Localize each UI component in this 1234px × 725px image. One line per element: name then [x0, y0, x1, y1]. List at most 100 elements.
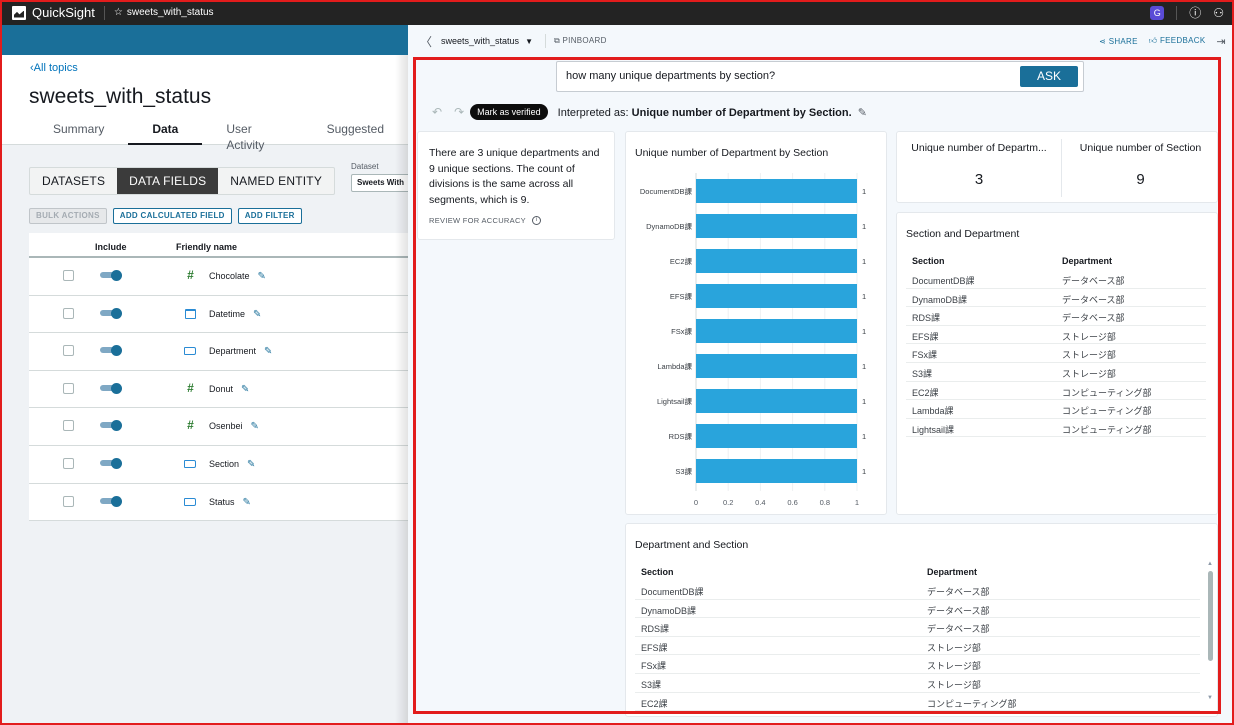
- tab-summary[interactable]: Summary: [29, 121, 128, 145]
- add-filter-button[interactable]: ADD FILTER: [237, 208, 302, 224]
- row-checkbox[interactable]: [63, 307, 74, 319]
- edit-pencil-icon[interactable]: ✎: [858, 107, 867, 119]
- undo-icon[interactable]: ↶: [432, 105, 442, 119]
- segment-data-fields[interactable]: DATA FIELDS: [117, 168, 219, 194]
- ask-button[interactable]: ASK: [1020, 66, 1078, 87]
- data-segment-control: DATASETS DATA FIELDS NAMED ENTITY: [29, 167, 336, 195]
- bulk-actions-button[interactable]: BULK ACTIONS: [29, 208, 107, 224]
- row-checkbox[interactable]: [63, 495, 74, 507]
- table-row: RDS課 データベース部: [635, 618, 1200, 637]
- help-icon[interactable]: ⓘ: [1189, 4, 1201, 21]
- include-toggle[interactable]: [100, 307, 122, 319]
- interpreted-value: Unique number of Department by Section.: [631, 106, 852, 119]
- department-cell: コンピューティング部: [1062, 406, 1152, 417]
- field-name: Section ✎: [209, 459, 255, 470]
- include-toggle[interactable]: [100, 345, 122, 357]
- include-toggle[interactable]: [100, 457, 122, 469]
- bar[interactable]: [696, 179, 857, 203]
- table-row: EC2課 コンピューティング部: [906, 382, 1206, 401]
- caret-down-icon: ▼: [525, 37, 533, 46]
- chevron-left-icon[interactable]: 〈: [420, 33, 432, 50]
- topic-selector[interactable]: sweets_with_status ▼: [441, 36, 533, 46]
- table-row: DocumentDB課 データベース部: [635, 581, 1200, 600]
- all-topics-link[interactable]: ‹All topics: [30, 62, 78, 74]
- feedback-button[interactable]: 👍︎ FEEDBACK: [1149, 36, 1206, 46]
- bar[interactable]: [696, 214, 857, 238]
- pinboard-button[interactable]: ⧉ PINBOARD: [554, 36, 607, 46]
- bar[interactable]: [696, 319, 857, 343]
- field-name: Osenbei ✎: [209, 421, 259, 432]
- all-topics-label: All topics: [33, 62, 78, 74]
- row-checkbox[interactable]: [63, 382, 74, 394]
- field-row: # Donut ✎: [29, 371, 408, 409]
- pinboard-label: PINBOARD: [562, 36, 607, 45]
- add-calculated-field-button[interactable]: ADD CALCULATED FIELD: [112, 208, 232, 224]
- edit-pencil-icon[interactable]: ✎: [264, 346, 272, 357]
- edit-pencil-icon[interactable]: ✎: [253, 309, 261, 320]
- tab-user-activity[interactable]: User Activity: [202, 121, 302, 152]
- field-name: Department ✎: [209, 346, 272, 357]
- department-cell: ストレージ部: [927, 661, 981, 672]
- favorite-title[interactable]: ☆ sweets_with_status: [114, 7, 214, 18]
- topic-header: ‹All topics sweets_with_status Summary D…: [0, 55, 408, 152]
- bar[interactable]: [696, 459, 857, 483]
- scroll-down-icon[interactable]: ▼: [1207, 695, 1213, 701]
- section-department-table-card: Section and Department Section Department…: [896, 212, 1218, 515]
- segment-datasets[interactable]: DATASETS: [30, 168, 117, 194]
- bar[interactable]: [696, 249, 857, 273]
- department-cell: ストレージ部: [1062, 331, 1116, 342]
- tab-data[interactable]: Data: [128, 121, 203, 145]
- edit-pencil-icon[interactable]: ✎: [247, 459, 255, 470]
- bar-data-label: 1: [862, 467, 866, 476]
- row-checkbox[interactable]: [63, 420, 74, 432]
- edit-pencil-icon[interactable]: ✎: [241, 384, 249, 395]
- share-button[interactable]: ⋖ SHARE: [1099, 37, 1138, 46]
- row-checkbox[interactable]: [63, 270, 74, 281]
- redo-icon[interactable]: ↷: [454, 105, 464, 119]
- fields-table: Include Friendly name # Chocolate ✎ Datetim…: [29, 233, 408, 522]
- include-toggle[interactable]: [100, 382, 122, 394]
- segment-named-entity[interactable]: NAMED ENTITY: [218, 168, 334, 194]
- star-icon[interactable]: ☆: [114, 7, 123, 18]
- review-label: REVIEW FOR ACCURACY: [429, 216, 526, 226]
- scroll-up-icon[interactable]: ▲: [1207, 561, 1213, 567]
- tab-suggested[interactable]: Suggested: [303, 121, 408, 145]
- table-scrollbar[interactable]: ▲ ▼: [1207, 561, 1213, 701]
- include-toggle[interactable]: [100, 420, 122, 432]
- review-for-accuracy[interactable]: REVIEW FOR ACCURACY i: [429, 216, 603, 226]
- collapse-panel-icon[interactable]: ⇥: [1216, 35, 1226, 48]
- bar[interactable]: [696, 354, 857, 378]
- department-cell: データベース部: [927, 605, 990, 616]
- interpreted-prefix: Interpreted as:: [557, 106, 629, 119]
- section-cell: DocumentDB課: [912, 276, 975, 286]
- kpi-sections: Unique number of Section 9: [1062, 132, 1219, 204]
- department-cell: ストレージ部: [927, 679, 981, 690]
- bar[interactable]: [696, 389, 857, 413]
- field-row: Status ✎: [29, 484, 408, 522]
- include-toggle[interactable]: [100, 270, 122, 281]
- department-header: Department: [927, 567, 978, 577]
- scrollbar-thumb[interactable]: [1208, 571, 1213, 661]
- edit-pencil-icon[interactable]: ✎: [258, 271, 266, 282]
- row-checkbox[interactable]: [63, 457, 74, 469]
- edit-pencil-icon[interactable]: ✎: [243, 497, 251, 508]
- user-icon[interactable]: ⚇: [1213, 6, 1224, 20]
- app-logo[interactable]: QuickSight: [12, 5, 95, 20]
- bar-data-label: 1: [862, 397, 866, 406]
- row-checkbox[interactable]: [63, 345, 74, 357]
- mark-verified-button[interactable]: Mark as verified: [470, 104, 548, 120]
- y-category-label: Lightsail課: [657, 396, 693, 406]
- include-toggle[interactable]: [100, 495, 122, 507]
- bar[interactable]: [696, 424, 857, 448]
- bar-chart: 0 0.2 0.4 0.6 0.8 1 DocumentDB課 1 DynamoDB課 1 EC2課…: [640, 173, 866, 507]
- friendly-name-header: Friendly name: [176, 242, 238, 252]
- bar[interactable]: [696, 284, 857, 308]
- y-category-label: EC2課: [670, 256, 693, 266]
- info-icon[interactable]: i: [531, 216, 541, 226]
- field-name-label: Donut: [209, 383, 234, 394]
- department-cell: データベース部: [1062, 276, 1125, 286]
- edit-pencil-icon[interactable]: ✎: [251, 421, 259, 432]
- share-icon: ⋖: [1099, 36, 1109, 46]
- question-input[interactable]: [566, 70, 1006, 82]
- extension-icon[interactable]: G: [1150, 5, 1165, 20]
